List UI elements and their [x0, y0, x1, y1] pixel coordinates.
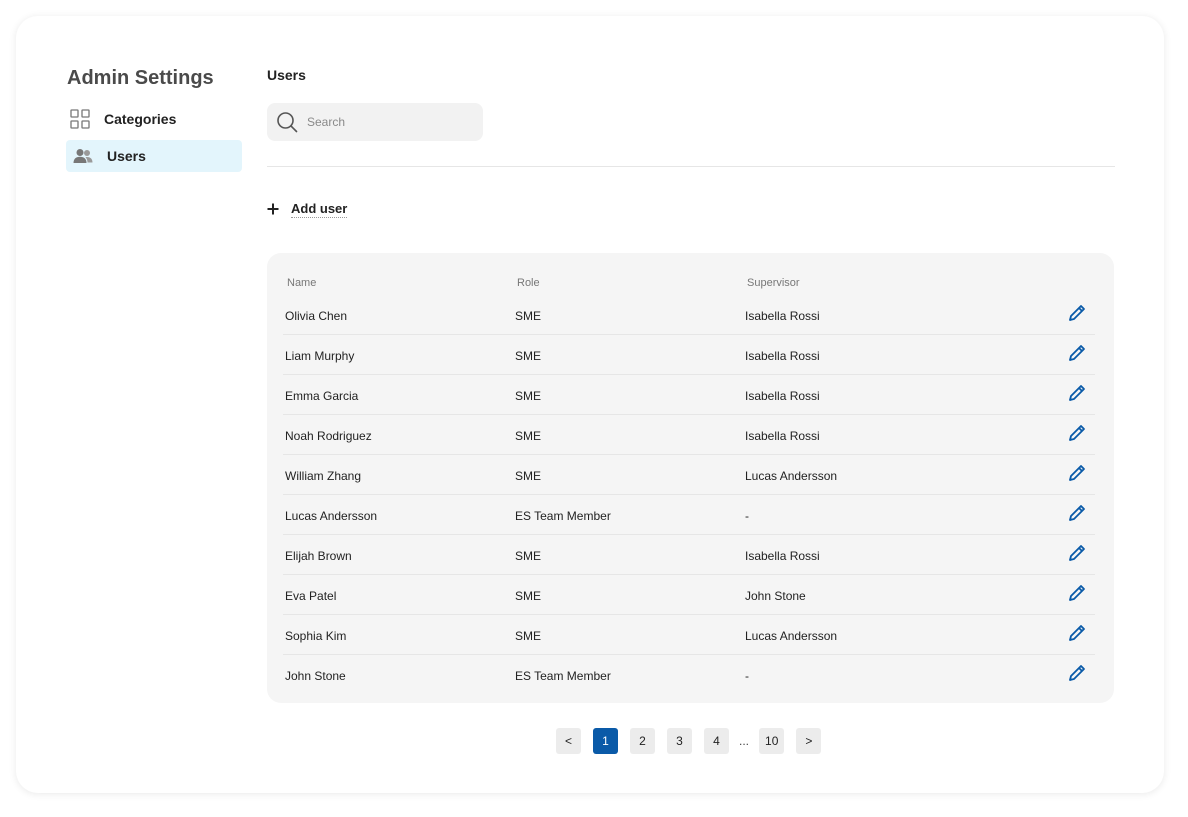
cell-supervisor: -	[745, 509, 749, 523]
cell-name: Emma Garcia	[285, 389, 359, 403]
pagination-page-last[interactable]: 10	[759, 728, 785, 754]
cell-supervisor: Isabella Rossi	[745, 429, 820, 443]
grid-icon	[69, 108, 91, 130]
cell-name: Elijah Brown	[285, 549, 352, 563]
cell-role: SME	[515, 629, 542, 643]
cell-supervisor: Isabella Rossi	[745, 309, 820, 323]
users-icon	[72, 145, 94, 167]
cell-supervisor: -	[745, 669, 749, 683]
pagination-page-4[interactable]: 4	[704, 728, 729, 754]
cell-name: Sophia Kim	[285, 629, 347, 643]
table-row: William Zhang SME Lucas Andersson	[283, 455, 1095, 495]
edit-user-button[interactable]	[1066, 343, 1088, 365]
pagination: < 1 2 3 4 ... 10 >	[556, 728, 833, 754]
cell-name: John Stone	[285, 669, 346, 683]
pencil-icon	[1067, 583, 1087, 606]
cell-role: ES Team Member	[515, 509, 611, 523]
section-divider	[267, 166, 1115, 167]
table-row: Sophia Kim SME Lucas Andersson	[283, 615, 1095, 655]
search-icon	[276, 111, 298, 133]
edit-user-button[interactable]	[1066, 383, 1088, 405]
pencil-icon	[1067, 383, 1087, 406]
table-row: Lucas Andersson ES Team Member -	[283, 495, 1095, 535]
sidebar-item-label: Users	[107, 148, 146, 164]
pencil-icon	[1067, 463, 1087, 486]
table-header: Name Role Supervisor	[285, 277, 1095, 293]
cell-name: Liam Murphy	[285, 349, 355, 363]
cell-role: SME	[515, 349, 542, 363]
cell-name: Noah Rodriguez	[285, 429, 372, 443]
cell-supervisor: Isabella Rossi	[745, 349, 820, 363]
table-row: Olivia Chen SME Isabella Rossi	[283, 295, 1095, 335]
cell-role: SME	[515, 589, 542, 603]
sidebar-item-categories[interactable]: Categories	[66, 103, 242, 135]
admin-settings-card: Admin Settings Categories Users Users Se…	[16, 16, 1164, 793]
pencil-icon	[1067, 503, 1087, 526]
cell-role: SME	[515, 469, 542, 483]
page-title: Users	[267, 67, 306, 83]
pagination-page-2[interactable]: 2	[630, 728, 655, 754]
sidebar-title: Admin Settings	[67, 67, 214, 89]
pagination-prev-button[interactable]: <	[556, 728, 581, 754]
column-header-supervisor: Supervisor	[747, 277, 800, 289]
table-row: Emma Garcia SME Isabella Rossi	[283, 375, 1095, 415]
cell-supervisor: Lucas Andersson	[745, 629, 838, 643]
cell-supervisor: Lucas Andersson	[745, 469, 838, 483]
cell-supervisor: John Stone	[745, 589, 806, 603]
table-row: Elijah Brown SME Isabella Rossi	[283, 535, 1095, 575]
edit-user-button[interactable]	[1066, 463, 1088, 485]
add-user-button[interactable]: Add user	[267, 200, 348, 218]
pencil-icon	[1067, 343, 1087, 366]
cell-supervisor: Isabella Rossi	[745, 389, 820, 403]
search-box	[267, 103, 483, 141]
cell-role: SME	[515, 309, 542, 323]
pagination-page-3[interactable]: 3	[667, 728, 692, 754]
edit-user-button[interactable]	[1066, 663, 1088, 685]
sidebar-item-users[interactable]: Users	[66, 140, 242, 172]
column-header-role: Role	[517, 277, 540, 289]
pencil-icon	[1067, 663, 1087, 686]
cell-name: Olivia Chen	[285, 309, 348, 323]
cell-role: SME	[515, 389, 542, 403]
cell-name: Lucas Andersson	[285, 509, 378, 523]
cell-name: Eva Patel	[285, 589, 337, 603]
table-row: Eva Patel SME John Stone	[283, 575, 1095, 615]
search-input[interactable]	[307, 115, 467, 129]
add-user-label: Add user	[291, 200, 348, 218]
edit-user-button[interactable]	[1066, 543, 1088, 565]
pencil-icon	[1067, 543, 1087, 566]
cell-role: SME	[515, 549, 542, 563]
cell-name: William Zhang	[285, 469, 362, 483]
edit-user-button[interactable]	[1066, 503, 1088, 525]
edit-user-button[interactable]	[1066, 583, 1088, 605]
cell-supervisor: Isabella Rossi	[745, 549, 820, 563]
pencil-icon	[1067, 303, 1087, 326]
pagination-next-button[interactable]: >	[796, 728, 822, 754]
column-header-name: Name	[287, 277, 317, 289]
edit-user-button[interactable]	[1066, 423, 1088, 445]
pencil-icon	[1067, 623, 1087, 646]
pagination-ellipsis: ...	[739, 734, 750, 748]
table-row: Noah Rodriguez SME Isabella Rossi	[283, 415, 1095, 455]
users-table: Name Role Supervisor Olivia Chen SME Isa…	[267, 253, 1114, 703]
sidebar-item-label: Categories	[104, 111, 177, 127]
table-body: Olivia Chen SME Isabella Rossi Liam Murp…	[283, 295, 1095, 695]
pencil-icon	[1067, 423, 1087, 446]
plus-icon	[267, 200, 281, 218]
table-row: John Stone ES Team Member -	[283, 655, 1095, 695]
table-row: Liam Murphy SME Isabella Rossi	[283, 335, 1095, 375]
pagination-page-1[interactable]: 1	[593, 728, 618, 754]
edit-user-button[interactable]	[1066, 623, 1088, 645]
edit-user-button[interactable]	[1066, 303, 1088, 325]
cell-role: ES Team Member	[515, 669, 611, 683]
cell-role: SME	[515, 429, 542, 443]
